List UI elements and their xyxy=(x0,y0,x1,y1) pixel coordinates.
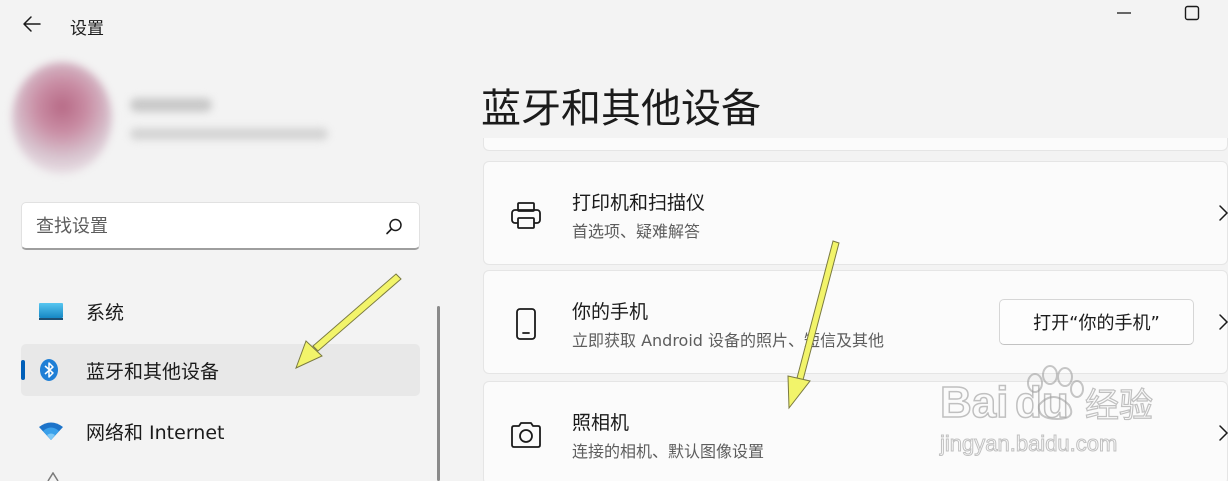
card-description: 连接的相机、默认图像设置 xyxy=(572,442,765,461)
card-title: 你的手机 xyxy=(572,301,649,323)
chevron-right-icon xyxy=(1219,314,1228,330)
search-icon[interactable] xyxy=(383,216,405,238)
sidebar-item-bluetooth[interactable]: 蓝牙和其他设备 xyxy=(21,344,420,396)
chevron-right-icon xyxy=(1219,205,1228,221)
back-button[interactable] xyxy=(18,10,46,38)
title-bar: 设置 xyxy=(0,0,1228,48)
card-printers-scanners[interactable]: 打印机和扫描仪 首选项、疑难解答 xyxy=(483,161,1228,265)
page-title: 蓝牙和其他设备 xyxy=(481,86,761,132)
watermark-url: jingyan.baidu.com xyxy=(939,431,1117,456)
back-arrow-icon xyxy=(23,16,41,32)
minimize-icon xyxy=(1117,12,1131,14)
partial-nav-icon xyxy=(47,472,59,481)
avatar[interactable] xyxy=(12,62,112,174)
bluetooth-icon xyxy=(40,359,58,381)
card-previous-partial xyxy=(483,138,1228,151)
sidebar-item-network[interactable]: 网络和 Internet xyxy=(21,405,420,457)
camera-icon xyxy=(511,422,541,448)
minimize-button[interactable] xyxy=(1112,2,1136,24)
card-description: 首选项、疑难解答 xyxy=(572,222,701,241)
printer-icon xyxy=(511,202,541,229)
app-title: 设置 xyxy=(70,19,104,39)
chevron-right-icon xyxy=(1219,425,1228,441)
open-your-phone-button[interactable]: 打开“你的手机” xyxy=(999,299,1194,345)
sidebar-item-system[interactable]: 系统 xyxy=(21,285,420,337)
sidebar-item-label: 网络和 Internet xyxy=(86,422,225,444)
card-title: 照相机 xyxy=(572,412,630,434)
profile-email-blurred xyxy=(130,128,328,140)
sidebar-item-label: 蓝牙和其他设备 xyxy=(86,361,220,383)
profile-name-blurred xyxy=(130,98,212,112)
search-input[interactable] xyxy=(36,212,366,240)
card-description: 立即获取 Android 设备的照片、短信及其他 xyxy=(572,331,885,350)
sidebar-scrollbar[interactable] xyxy=(437,306,440,481)
maximize-icon xyxy=(1184,5,1200,21)
watermark-brand-2: du xyxy=(1015,378,1069,427)
baidu-jingyan-watermark: Bai du 经验 jingyan.baidu.com xyxy=(939,365,1154,457)
search-box[interactable] xyxy=(21,202,420,250)
card-title: 打印机和扫描仪 xyxy=(572,192,706,214)
wifi-icon xyxy=(39,422,63,440)
selection-indicator xyxy=(21,360,25,380)
watermark-brand: Bai xyxy=(940,378,1008,427)
maximize-button[interactable] xyxy=(1180,2,1204,24)
display-icon xyxy=(39,303,63,320)
watermark-brand-cn: 经验 xyxy=(1085,386,1153,426)
phone-icon xyxy=(516,308,536,340)
sidebar-item-label: 系统 xyxy=(86,302,125,324)
